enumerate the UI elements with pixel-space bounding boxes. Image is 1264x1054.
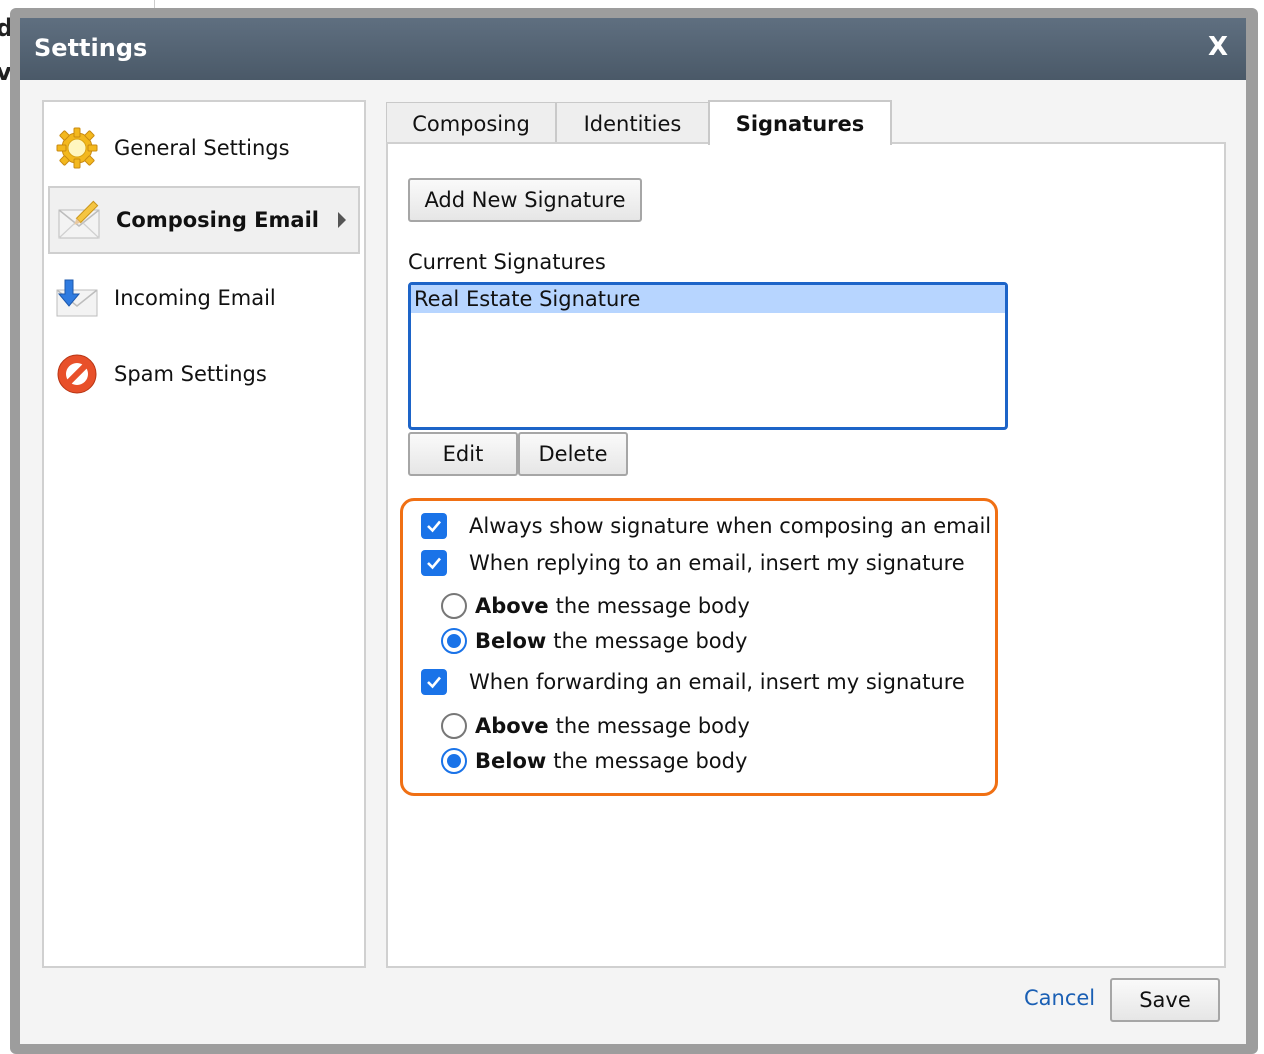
option-label: the message body [555,714,750,738]
nav-item-label: General Settings [114,136,290,160]
dialog-title: Settings [34,34,148,62]
forward-option[interactable]: When forwarding an email, insert my sign… [421,669,965,695]
signatures-listbox[interactable]: Real Estate Signature [408,282,1008,430]
signature-options-group: Always show signature when composing an … [400,498,998,796]
close-button[interactable]: X [1208,32,1228,62]
always-show-checkbox[interactable] [421,513,447,539]
dialog-titlebar: Settings X [20,18,1246,80]
option-label: the message body [553,749,748,773]
nav-item-incoming-email[interactable]: Incoming Email [48,264,360,332]
settings-nav: General Settings Composing Email Incomin… [42,100,366,968]
signatures-panel: Add New Signature Current Signatures Rea… [386,142,1226,968]
nav-item-spam-settings[interactable]: Spam Settings [48,340,360,408]
option-emphasis: Above [475,594,549,618]
dialog-body: Settings X General Settings Composing Em… [20,18,1246,1044]
option-label: the message body [553,629,748,653]
tab-signatures[interactable]: Signatures [708,100,892,145]
option-label: the message body [555,594,750,618]
option-label: When replying to an email, insert my sig… [469,551,965,575]
tab-composing[interactable]: Composing [386,102,556,144]
envelope-arrow-icon [54,275,100,321]
option-label: When forwarding an email, insert my sign… [469,670,965,694]
no-entry-icon [54,351,100,397]
forward-above-radio[interactable] [441,713,467,739]
nav-item-label: Spam Settings [114,362,267,386]
reply-above-option[interactable]: Above the message body [441,593,750,619]
save-button[interactable]: Save [1110,978,1220,1022]
envelope-pencil-icon [56,197,102,243]
current-signatures-label: Current Signatures [408,250,606,274]
forward-checkbox[interactable] [421,669,447,695]
option-emphasis: Below [475,629,547,653]
gear-icon [54,125,100,171]
list-item[interactable]: Real Estate Signature [411,285,1005,313]
cancel-link[interactable]: Cancel [1024,986,1095,1010]
forward-above-option[interactable]: Above the message body [441,713,750,739]
nav-item-general-settings[interactable]: General Settings [48,114,360,182]
reply-below-option[interactable]: Below the message body [441,628,747,654]
option-label: Always show signature when composing an … [469,514,992,538]
option-emphasis: Above [475,714,549,738]
chevron-right-icon [338,212,346,228]
always-show-option[interactable]: Always show signature when composing an … [421,513,991,539]
reply-below-radio[interactable] [441,628,467,654]
add-new-signature-button[interactable]: Add New Signature [408,178,642,222]
option-emphasis: Below [475,749,547,773]
reply-above-radio[interactable] [441,593,467,619]
forward-below-radio[interactable] [441,748,467,774]
nav-item-composing-email[interactable]: Composing Email [48,186,360,254]
edit-button[interactable]: Edit [408,432,518,476]
nav-item-label: Incoming Email [114,286,276,310]
tab-identities[interactable]: Identities [556,102,709,144]
delete-button[interactable]: Delete [518,432,628,476]
forward-below-option[interactable]: Below the message body [441,748,747,774]
nav-item-label: Composing Email [116,208,319,232]
reply-checkbox[interactable] [421,550,447,576]
settings-dialog: Settings X General Settings Composing Em… [10,8,1258,1054]
reply-option[interactable]: When replying to an email, insert my sig… [421,550,965,576]
